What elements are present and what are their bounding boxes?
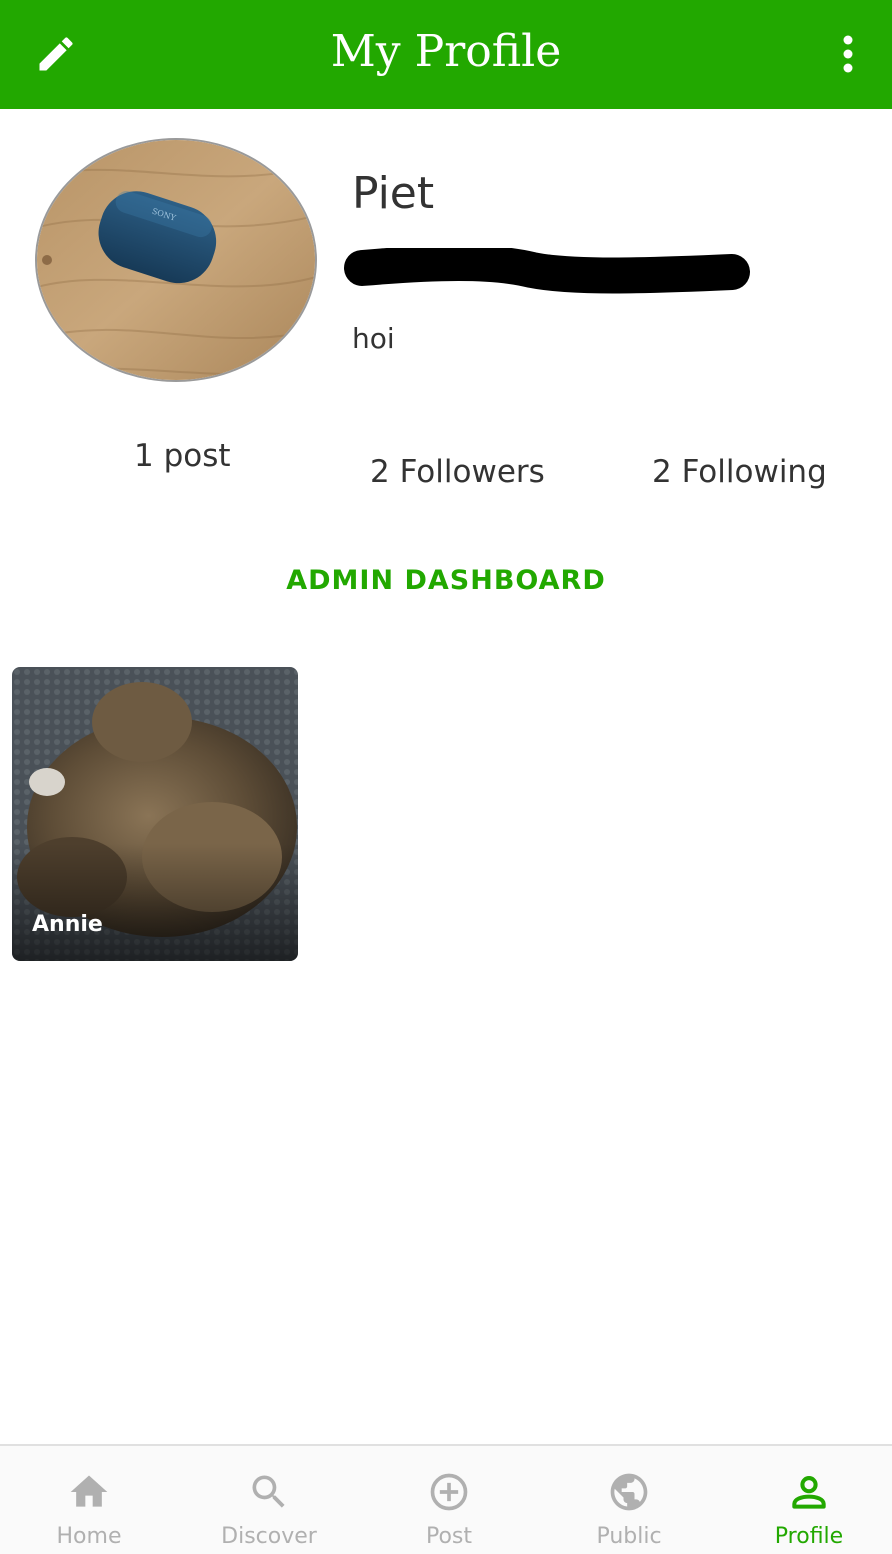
more-vertical-icon[interactable] [834, 32, 862, 76]
nav-item-public[interactable]: Public [540, 1446, 718, 1554]
admin-dashboard-link[interactable]: ADMIN DASHBOARD [0, 565, 892, 596]
profile-name: Piet [352, 168, 435, 219]
redaction-mark [344, 248, 750, 294]
nav-label: Profile [774, 1524, 844, 1549]
posts-count: 1 post [134, 438, 231, 474]
globe-icon [610, 1473, 648, 1511]
nav-label: Discover [221, 1524, 317, 1549]
post-caption: Annie [32, 912, 103, 937]
search-icon [252, 1475, 285, 1508]
avatar[interactable]: SONY [35, 138, 317, 382]
nav-label: Public [596, 1524, 662, 1549]
nav-item-home[interactable]: Home [0, 1446, 178, 1554]
following-count[interactable]: 2 Following [652, 454, 827, 490]
page-title: My Profile [330, 26, 562, 77]
bottom-nav: Home Discover Post Public Profile [0, 1444, 892, 1554]
followers-count[interactable]: 2 Followers [370, 454, 545, 490]
nav-label: Post [425, 1524, 473, 1549]
person-icon [792, 1476, 826, 1509]
nav-item-profile[interactable]: Profile [720, 1446, 892, 1554]
nav-item-post[interactable]: Post [360, 1446, 538, 1554]
home-icon [70, 1475, 108, 1507]
add-circle-icon [430, 1473, 468, 1511]
app-bar: My Profile [0, 0, 892, 109]
profile-bio: hoi [352, 322, 395, 355]
nav-item-discover[interactable]: Discover [180, 1446, 358, 1554]
nav-label: Home [56, 1524, 122, 1549]
